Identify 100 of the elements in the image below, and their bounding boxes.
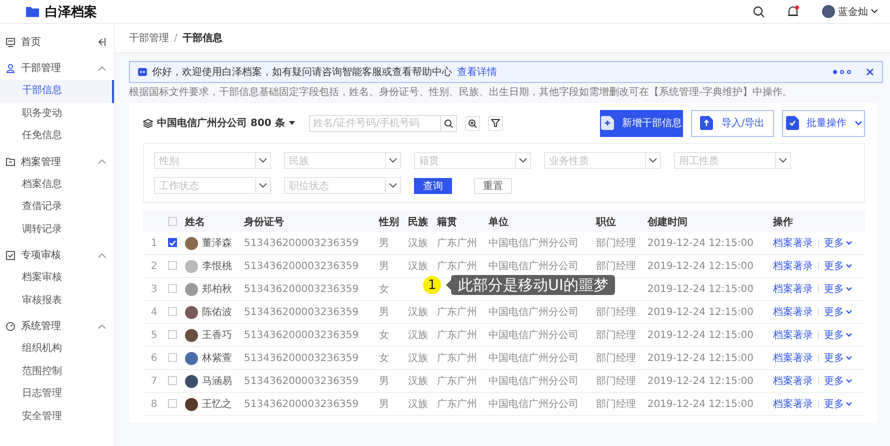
details-link[interactable]: 查看详情 — [457, 65, 497, 79]
close-icon[interactable] — [866, 68, 874, 76]
caret-icon — [846, 264, 852, 268]
page-dot[interactable] — [840, 70, 844, 74]
toolbar-button[interactable]: 批量操作 — [782, 110, 865, 136]
archive-link[interactable]: 档案著录 — [772, 328, 813, 342]
nav-item[interactable]: 干部信息 — [0, 80, 114, 102]
caret-icon — [846, 310, 852, 314]
search-field[interactable]: 姓名/证件号码/手机号码 — [308, 114, 457, 132]
table-cell: 部门经理 — [596, 353, 636, 364]
archive-link[interactable]: 档案著录 — [772, 305, 813, 319]
more-link[interactable]: 更多 — [824, 328, 852, 342]
nav-item[interactable]: 审核报表 — [0, 290, 114, 312]
reset-button[interactable]: 重置 — [474, 178, 512, 194]
row-number: 2 — [150, 260, 158, 272]
notice-text: 你好，欢迎使用白泽档案，如有疑问请咨询智能客服或查看帮助中心 — [152, 66, 452, 79]
more-link[interactable]: 更多 — [824, 236, 852, 250]
table-cell: 2019-12-24 12:15:00 — [647, 284, 754, 294]
table-cell: 部门经理 — [596, 330, 636, 341]
org-selector[interactable]: 中国电信广州分公司 800 条 — [143, 116, 295, 130]
table-cell-text: 董泽森 — [202, 236, 232, 250]
app-name: 白泽档案 — [45, 4, 97, 20]
table-cell: 513436200003236359 — [244, 284, 359, 294]
nav-group[interactable]: 干部管理 — [0, 56, 114, 80]
table-cell: 2019-12-24 12:15:00 — [647, 306, 754, 318]
table-cell: 513436200003236359 — [244, 376, 359, 386]
nav-group[interactable]: 档案管理 — [0, 150, 114, 174]
nav-item[interactable]: 职务变动 — [0, 102, 114, 125]
bell-icon[interactable] — [787, 5, 800, 18]
chevron-down-icon — [649, 158, 657, 163]
query-button[interactable]: 查询 — [414, 178, 452, 194]
user-name[interactable]: 蓝金灿 — [838, 4, 868, 18]
page-dot[interactable] — [847, 70, 851, 74]
page-dot[interactable] — [833, 70, 837, 74]
filter-button[interactable] — [488, 116, 503, 130]
archive-link[interactable]: 档案著录 — [772, 236, 813, 250]
advanced-search-button[interactable] — [464, 116, 480, 130]
collapse-icon[interactable] — [97, 38, 106, 46]
column-header: 职位 — [596, 216, 616, 228]
table-cell: 广东广州 — [437, 376, 478, 387]
search-icon[interactable] — [444, 118, 453, 128]
caret-icon[interactable] — [871, 9, 878, 14]
more-link[interactable]: 更多 — [824, 397, 852, 411]
nav-item[interactable]: 首页 — [0, 30, 114, 54]
nav-item[interactable]: 组织机构 — [0, 338, 114, 360]
more-link[interactable]: 更多 — [824, 305, 852, 319]
more-link[interactable]: 更多 — [824, 282, 852, 296]
more-link[interactable]: 更多 — [824, 259, 852, 273]
avatar — [184, 282, 198, 296]
table-cell: 中国电信广州分公司 — [488, 353, 578, 364]
nav-item[interactable]: 调转记录 — [0, 218, 114, 241]
table-cell-text: 马涵易 — [202, 375, 232, 388]
caret-icon — [846, 333, 852, 337]
column-header: 操作 — [772, 216, 793, 228]
person-icon — [6, 64, 15, 72]
avatar — [184, 306, 198, 318]
row-number: 1 — [150, 238, 158, 248]
nav-item[interactable]: 范围控制 — [0, 360, 114, 383]
table-cell: 汉族 — [408, 399, 428, 410]
chevron-down-icon — [259, 183, 267, 188]
table-cell: 汉族 — [408, 376, 428, 387]
archive-link[interactable]: 档案著录 — [772, 259, 813, 273]
nav-item[interactable]: 安全管理 — [0, 406, 114, 428]
search-icon[interactable] — [753, 6, 765, 18]
more-link[interactable]: 更多 — [824, 351, 852, 365]
table-cell: 513436200003236359 — [244, 238, 359, 248]
archive-link[interactable]: 档案著录 — [772, 397, 813, 411]
table-cell: 广东广州 — [437, 238, 478, 249]
breadcrumb-item[interactable]: 干部管理 — [129, 31, 169, 45]
nav-item[interactable]: 档案信息 — [0, 174, 114, 196]
table-cell-text: 郑柏秋 — [202, 282, 232, 296]
table-cell: 中国电信广州分公司 — [488, 261, 578, 272]
table-cell: 汉族 — [408, 307, 428, 318]
avatar — [184, 398, 198, 410]
archive-link[interactable]: 档案著录 — [772, 351, 813, 365]
filter-icon — [490, 119, 500, 127]
nav-item[interactable]: 档案审核 — [0, 267, 114, 290]
checkbox[interactable] — [168, 238, 177, 248]
table-cell: 汉族 — [408, 238, 428, 249]
column-header: 民族 — [408, 216, 428, 228]
table-cell: 部门经理 — [596, 307, 636, 318]
more-link[interactable]: 更多 — [824, 374, 852, 388]
table-cell: 广东广州 — [437, 261, 478, 272]
toolbar-button[interactable]: 新增干部信息 — [600, 110, 683, 136]
nav-group[interactable]: 专项审核 — [0, 243, 114, 267]
toolbar-button[interactable]: 导入/导出 — [691, 110, 774, 136]
avatar — [184, 236, 198, 250]
archive-link[interactable]: 档案著录 — [772, 282, 813, 296]
nav-item[interactable]: 任免信息 — [0, 125, 114, 148]
table-cell-text: 王忆之 — [202, 398, 232, 411]
nav-group[interactable]: 系统管理 — [0, 314, 114, 338]
archive-link[interactable]: 档案著录 — [772, 374, 813, 388]
nav-item[interactable]: 查借记录 — [0, 196, 114, 218]
table-cell: 中国电信广州分公司 — [488, 307, 578, 318]
table-cell: 部门经理 — [596, 261, 636, 272]
caret-icon — [846, 241, 852, 245]
user-avatar[interactable] — [822, 5, 835, 18]
column-header: 性别 — [378, 216, 399, 228]
nav-item[interactable]: 日志管理 — [0, 383, 114, 406]
caret-icon — [288, 121, 295, 125]
